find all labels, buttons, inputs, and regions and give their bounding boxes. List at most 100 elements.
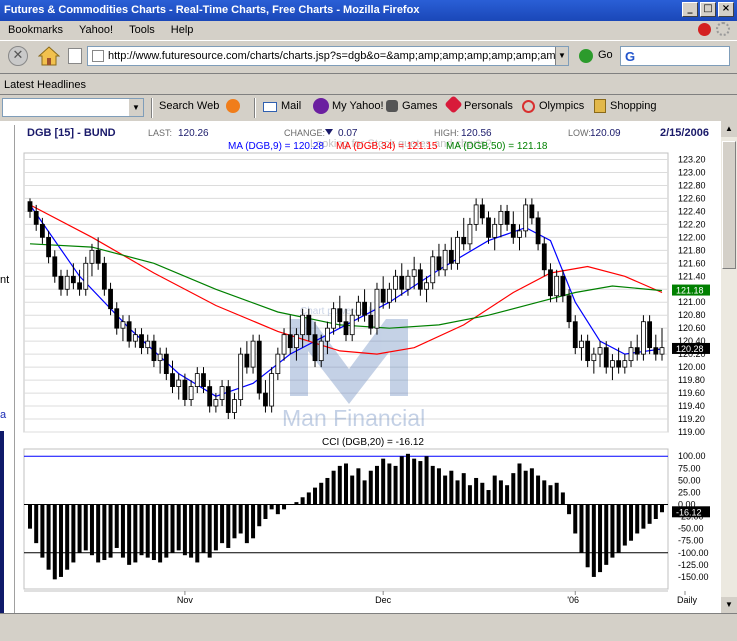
price-tick-label: 121.40: [678, 271, 706, 281]
highlight-icon[interactable]: [226, 99, 240, 113]
candle-body: [33, 210, 39, 225]
cci-bar: [598, 504, 603, 573]
combo-dropdown-icon[interactable]: ▼: [129, 99, 143, 116]
vertical-scrollbar[interactable]: ▲ ▼: [721, 121, 737, 613]
candle-body: [287, 334, 293, 349]
games-button[interactable]: Games: [402, 100, 437, 112]
price-tick-label: 119.60: [678, 388, 705, 398]
search-input[interactable]: G: [620, 46, 730, 66]
candle-body: [405, 275, 411, 290]
cci-bar: [28, 504, 32, 529]
menu-tools[interactable]: Tools: [129, 21, 155, 39]
personals-button[interactable]: Personals: [464, 100, 513, 112]
cci-bar: [560, 492, 565, 505]
change-value: 0.07: [338, 128, 358, 139]
url-dropdown-icon[interactable]: ▼: [555, 47, 568, 65]
home-icon[interactable]: [37, 45, 61, 67]
candle-body: [263, 392, 268, 407]
shopping-button[interactable]: Shopping: [610, 100, 657, 112]
cci-bar: [189, 504, 194, 558]
cci-bar: [201, 504, 206, 553]
address-bar[interactable]: http://www.futuresource.com/charts/chart…: [87, 46, 569, 66]
candle-body: [64, 275, 70, 290]
candle-body: [126, 321, 132, 342]
cci-bar: [418, 461, 423, 505]
cci-bar: [529, 468, 534, 505]
stop-icon[interactable]: ✕: [8, 46, 28, 66]
candle-body: [77, 282, 82, 290]
cci-bar: [356, 468, 361, 505]
stop-loading-icon[interactable]: [698, 23, 711, 36]
olympics-button[interactable]: Olympics: [539, 100, 584, 112]
maximize-button[interactable]: □: [700, 2, 716, 17]
my-yahoo-button[interactable]: My Yahoo!: [332, 100, 384, 112]
cci-bar: [52, 504, 57, 580]
url-text: http://www.futuresource.com/charts/chart…: [108, 50, 569, 62]
yahoo-search-combo[interactable]: ▼: [2, 98, 144, 117]
candle-body: [430, 256, 436, 284]
cci-bar: [238, 504, 243, 534]
candle-body: [58, 275, 64, 290]
price-tick-label: 122.60: [678, 193, 706, 203]
candle-body: [541, 243, 547, 271]
candle-body: [622, 360, 628, 368]
candle-body: [628, 347, 634, 362]
candle-body: [647, 321, 653, 349]
bookmark-page-icon[interactable]: [68, 48, 82, 64]
personals-icon[interactable]: [444, 95, 463, 114]
ma34-legend: MA (DGB,34) = 121.15: [336, 141, 438, 152]
price-tick-label: 120.80: [678, 310, 706, 320]
candle-body: [176, 379, 182, 387]
cci-bar: [610, 504, 615, 558]
cci-bar: [195, 504, 200, 563]
search-engine-icon[interactable]: G: [625, 49, 635, 64]
candle-body: [281, 334, 287, 355]
menu-bookmarks[interactable]: Bookmarks: [8, 21, 63, 39]
cci-bar: [591, 504, 596, 577]
minimize-button[interactable]: _: [682, 2, 698, 17]
candle-body: [603, 347, 609, 368]
candle-body: [139, 334, 144, 349]
candle-body: [473, 204, 479, 225]
mail-button[interactable]: Mail: [281, 100, 301, 112]
menu-yahoo[interactable]: Yahoo!: [79, 21, 113, 39]
games-icon[interactable]: [386, 100, 398, 112]
candle-body: [585, 340, 591, 362]
price-tick-label: 123.20: [678, 154, 706, 164]
price-tick-label: 120.00: [678, 362, 706, 372]
cci-bar: [151, 504, 156, 561]
cci-bar: [548, 485, 553, 505]
latest-headlines-link[interactable]: Latest Headlines: [4, 79, 86, 91]
cci-badge-label: -16.12: [676, 507, 702, 517]
mail-icon[interactable]: [263, 102, 277, 112]
close-button[interactable]: ×: [718, 2, 734, 17]
candle-body: [467, 223, 473, 245]
cci-tick-label: -150.00: [678, 572, 709, 582]
candle-body: [157, 353, 163, 362]
cci-bar: [554, 482, 559, 505]
candle-body: [201, 373, 206, 387]
go-button[interactable]: Go: [598, 49, 613, 61]
scroll-down-icon[interactable]: ▼: [721, 597, 737, 613]
cci-bar: [164, 504, 169, 558]
cci-bar: [263, 504, 268, 519]
candle-body: [219, 386, 225, 400]
cci-bar: [269, 504, 274, 510]
candle-body: [554, 275, 560, 297]
scroll-up-icon[interactable]: ▲: [721, 121, 737, 137]
search-web-button[interactable]: Search Web: [159, 100, 219, 112]
change-label: CHANGE:: [284, 128, 325, 138]
cci-bar: [536, 475, 541, 505]
scrollbar-thumb[interactable]: [722, 141, 736, 269]
cci-bar: [275, 504, 280, 515]
go-icon[interactable]: [579, 49, 593, 63]
status-bar: [0, 613, 737, 641]
olympics-icon[interactable]: [522, 100, 535, 113]
candle-body: [250, 340, 256, 368]
cci-bar: [232, 504, 237, 539]
cci-bar: [498, 480, 503, 505]
my-yahoo-icon[interactable]: [313, 98, 329, 114]
shopping-icon[interactable]: [594, 99, 606, 113]
menu-help[interactable]: Help: [171, 21, 194, 39]
cci-bar: [337, 465, 342, 505]
